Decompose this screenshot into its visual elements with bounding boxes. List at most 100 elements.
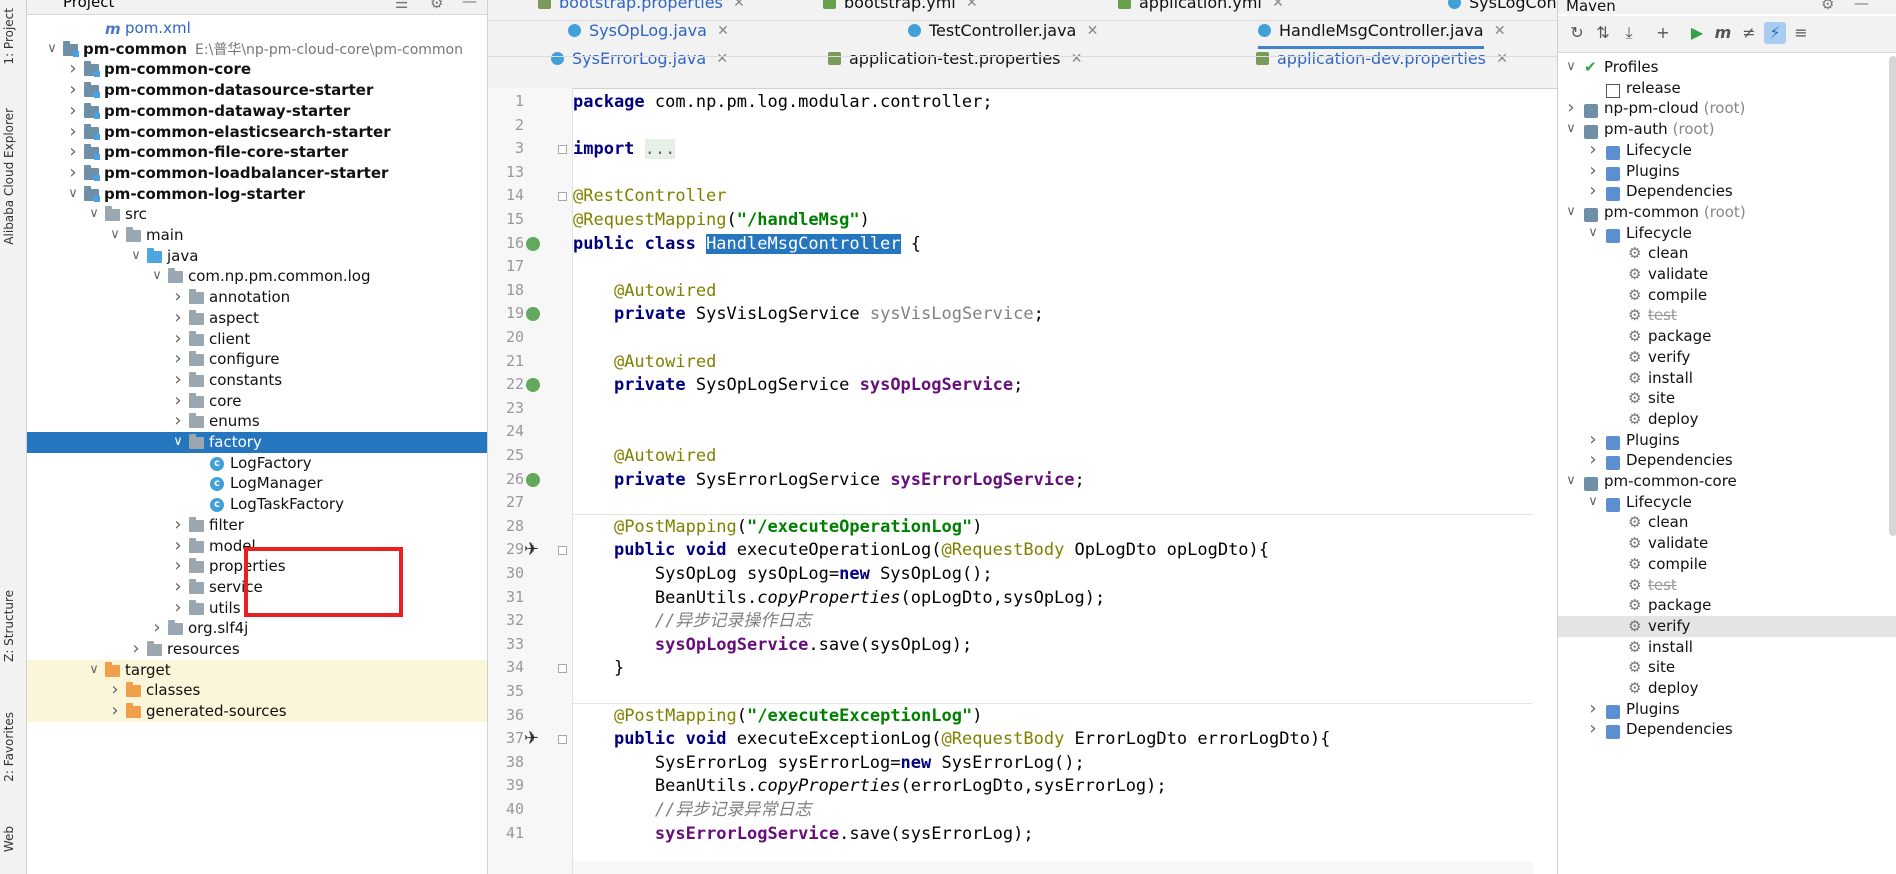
project-tree-item[interactable]: › configure bbox=[27, 348, 487, 370]
project-tree-item[interactable]: › core bbox=[27, 390, 487, 412]
chevron-right-icon[interactable]: › bbox=[171, 390, 185, 412]
rocket-icon[interactable]: ✈ bbox=[524, 728, 539, 749]
chevron-down-icon[interactable]: ∨ bbox=[129, 246, 143, 267]
project-tree-item[interactable]: ∨ target bbox=[27, 659, 487, 681]
project-tree-item[interactable]: › enums bbox=[27, 411, 487, 432]
chevron-right-icon[interactable]: › bbox=[171, 348, 185, 370]
maven-tree-item[interactable]: ⚙ validate bbox=[1558, 533, 1896, 554]
chevron-down-icon[interactable]: ∨ bbox=[1564, 202, 1578, 223]
chevron-right-icon[interactable]: › bbox=[1586, 698, 1600, 720]
project-tree-item[interactable]: ∨ factory bbox=[27, 432, 487, 453]
chevron-right-icon[interactable]: › bbox=[1586, 429, 1600, 451]
maven-tree-item[interactable]: ⚙ deploy bbox=[1558, 409, 1896, 430]
checkbox-icon[interactable] bbox=[1606, 83, 1620, 98]
close-icon[interactable]: ✕ bbox=[716, 44, 728, 74]
class-file-item[interactable]: c LogManager bbox=[27, 473, 487, 494]
tool-tab-web[interactable]: Web bbox=[2, 826, 16, 852]
project-tree-item[interactable]: › aspect bbox=[27, 307, 487, 329]
project-tree-item[interactable]: m pom.xml bbox=[27, 18, 487, 39]
chevron-right-icon[interactable]: › bbox=[171, 576, 185, 598]
maven-tree-item[interactable]: release bbox=[1558, 78, 1896, 99]
maven-tree-item[interactable]: › Dependencies bbox=[1558, 180, 1896, 202]
project-tree-item[interactable]: › classes bbox=[27, 680, 487, 702]
maven-tree-item[interactable]: ⚙ deploy bbox=[1558, 678, 1896, 699]
project-tree-item[interactable]: › filter bbox=[27, 514, 487, 536]
chevron-down-icon[interactable]: ∨ bbox=[108, 225, 122, 246]
project-tree-item[interactable]: › client bbox=[27, 328, 487, 350]
spring-bean-icon[interactable] bbox=[526, 378, 540, 393]
chevron-down-icon[interactable]: ∨ bbox=[150, 266, 164, 287]
gear-icon[interactable]: ⚙ bbox=[1821, 0, 1834, 12]
chevron-right-icon[interactable]: › bbox=[171, 597, 185, 619]
chevron-right-icon[interactable]: › bbox=[171, 369, 185, 391]
gear-icon[interactable]: ⚙ bbox=[430, 0, 443, 12]
spring-bean-icon[interactable] bbox=[526, 236, 540, 251]
maven-tree-item[interactable]: ⚙ clean bbox=[1558, 512, 1896, 533]
generate-sources-icon[interactable]: ⇅ bbox=[1592, 22, 1614, 44]
maven-scrollbar[interactable] bbox=[1889, 56, 1896, 536]
maven-tree-item[interactable]: ∨ Lifecycle bbox=[1558, 492, 1896, 513]
maven-tree-item[interactable]: ⚙ test bbox=[1558, 305, 1896, 326]
maven-tree-item[interactable]: ∨ pm-common-core bbox=[1558, 471, 1896, 492]
chevron-right-icon[interactable]: › bbox=[171, 411, 185, 432]
maven-tree-item[interactable]: ⚙ package bbox=[1558, 326, 1896, 347]
chevron-right-icon[interactable]: › bbox=[66, 121, 80, 143]
chevron-right-icon[interactable]: › bbox=[1586, 139, 1600, 161]
chevron-down-icon[interactable]: ∨ bbox=[1586, 223, 1600, 244]
close-icon[interactable]: ✕ bbox=[1071, 44, 1083, 74]
spring-bean-icon[interactable] bbox=[526, 307, 540, 322]
chevron-right-icon[interactable]: › bbox=[1586, 160, 1600, 182]
maven-tree-item[interactable]: › Plugins bbox=[1558, 160, 1896, 182]
tool-tab-favorites[interactable]: 2: Favorites bbox=[2, 712, 16, 782]
chevron-right-icon[interactable]: › bbox=[171, 535, 185, 557]
project-panel-title[interactable]: Project bbox=[63, 0, 114, 11]
project-tree-item[interactable]: ∨ pm-common-log-starter bbox=[27, 184, 487, 205]
chevron-right-icon[interactable]: › bbox=[129, 638, 143, 660]
chevron-down-icon[interactable]: ∨ bbox=[1586, 492, 1600, 513]
rocket-icon[interactable]: ✈ bbox=[524, 539, 539, 560]
chevron-down-icon[interactable]: ∨ bbox=[87, 204, 101, 225]
project-tree-item[interactable]: › annotation bbox=[27, 286, 487, 308]
chevron-right-icon[interactable]: › bbox=[66, 79, 80, 101]
fold-marker-icon[interactable] bbox=[558, 145, 567, 155]
close-icon[interactable]: ✕ bbox=[1496, 44, 1508, 74]
project-tree-item[interactable]: › pm-common-elasticsearch-starter bbox=[27, 121, 487, 143]
download-icon[interactable]: ⤓ bbox=[1618, 22, 1640, 44]
maven-tree-item[interactable]: ⚙ package bbox=[1558, 595, 1896, 616]
project-tree-item[interactable]: ∨ com.np.pm.common.log bbox=[27, 266, 487, 287]
maven-tree-item[interactable]: ⚙ site bbox=[1558, 388, 1896, 409]
project-tree-item[interactable]: ∨ pm-common E:\普华\np-pm-cloud-core\pm-comm… bbox=[27, 39, 487, 60]
project-tree-item[interactable]: › constants bbox=[27, 369, 487, 391]
chevron-down-icon[interactable]: ∨ bbox=[1564, 119, 1578, 140]
maven-tree-item[interactable]: › Plugins bbox=[1558, 698, 1896, 720]
chevron-down-icon[interactable]: ∨ bbox=[1564, 57, 1578, 78]
maven-tree-item[interactable]: › Lifecycle bbox=[1558, 139, 1896, 161]
minimize-icon[interactable]: — bbox=[1854, 0, 1869, 11]
project-tree-item[interactable]: › generated-sources bbox=[27, 700, 487, 722]
maven-tree-item[interactable]: ∨ ✔ Profiles bbox=[1558, 57, 1896, 78]
maven-tree-item[interactable]: ⚙ verify bbox=[1558, 347, 1896, 368]
add-icon[interactable]: + bbox=[1652, 22, 1674, 44]
chevron-right-icon[interactable]: › bbox=[66, 162, 80, 184]
chevron-right-icon[interactable]: › bbox=[1586, 719, 1600, 740]
toggle-offline-icon[interactable]: ≠ bbox=[1738, 22, 1760, 44]
project-tree-item[interactable]: ∨ src bbox=[27, 204, 487, 225]
project-tree-item[interactable]: ∨ main bbox=[27, 225, 487, 246]
chevron-right-icon[interactable]: › bbox=[150, 618, 164, 639]
maven-tree-item[interactable]: › np-pm-cloud (root) bbox=[1558, 98, 1896, 119]
editor-tab[interactable]: SysErrorLog.java ✕ bbox=[551, 44, 728, 74]
minimize-icon[interactable]: — bbox=[462, 0, 477, 10]
chevron-down-icon[interactable]: ∨ bbox=[66, 184, 80, 205]
maven-tree-item[interactable]: ⚙ compile bbox=[1558, 285, 1896, 306]
collapse-all-icon[interactable]: ☰ bbox=[395, 0, 408, 12]
chevron-right-icon[interactable]: › bbox=[171, 514, 185, 536]
fold-marker-icon[interactable] bbox=[558, 546, 567, 556]
fold-marker-icon[interactable] bbox=[558, 664, 567, 674]
maven-tree-item[interactable]: › Plugins bbox=[1558, 429, 1896, 451]
project-tree-item[interactable]: › resources bbox=[27, 638, 487, 660]
tool-tab-alibaba-cloud-explorer[interactable]: Alibaba Cloud Explorer bbox=[2, 108, 16, 245]
class-file-item[interactable]: c LogFactory bbox=[27, 453, 487, 474]
chevron-right-icon[interactable]: › bbox=[66, 59, 80, 80]
close-icon[interactable]: ✕ bbox=[733, 0, 745, 18]
editor-tab[interactable]: application-test.properties ✕ bbox=[828, 44, 1083, 74]
